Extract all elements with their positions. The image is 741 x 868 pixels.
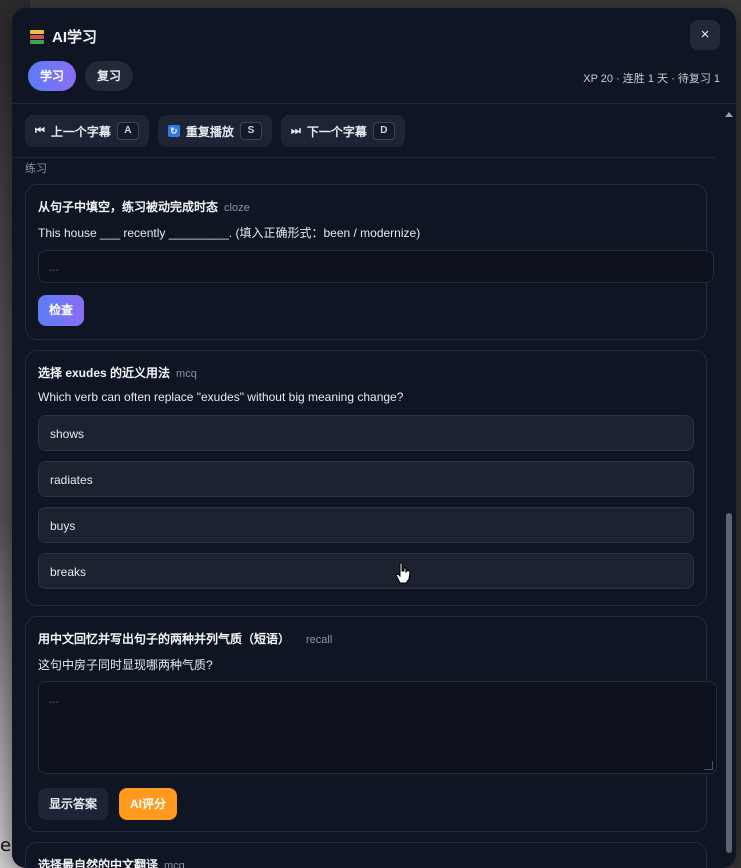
ai-study-panel: AI学习 × 学习 复习 XP 20 · 连胜 1 天 · 待复习 1 ⏮ 上一… — [12, 8, 736, 868]
exercise-card-cloze: 从句子中填空，练习被动完成时态 cloze This house ___ rece… — [25, 184, 714, 340]
vertical-scrollbar[interactable] — [725, 108, 733, 868]
progress-stats: XP 20 · 连胜 1 天 · 待复习 1 — [583, 73, 720, 85]
tab-review[interactable]: 复习 — [85, 61, 134, 91]
exercise-card-translation: 选择最自然的中文翻译 mcq — [25, 842, 707, 868]
replay-label: 重复播放 — [185, 124, 234, 139]
exercise-type: mcq — [176, 368, 197, 380]
hand-cursor-icon — [395, 562, 411, 584]
exercise-title: 选择最自然的中文翻译 mcq — [38, 856, 185, 868]
scrollbar-thumb[interactable] — [726, 513, 732, 853]
exercise-title: 选择 exudes 的近义用法 mcq — [38, 364, 197, 381]
exercise-title-text: 用中文回忆并写出句子的两种并列气质（短语） — [38, 632, 291, 646]
exercise-question: 这句中房子同时显现哪两种气质? — [38, 658, 213, 672]
title-row: AI学习 — [30, 26, 97, 47]
prev-subtitle-button[interactable]: ⏮ 上一个字幕 A — [25, 115, 149, 147]
tab-learn[interactable]: 学习 — [28, 61, 77, 91]
repeat-icon: ↻ — [167, 125, 180, 137]
exercise-type: mcq — [164, 860, 185, 868]
prev-subtitle-label: 上一个字幕 — [50, 124, 111, 139]
exercise-title-text: 从句子中填空，练习被动完成时态 — [38, 200, 219, 214]
section-label: 练习 — [25, 163, 47, 175]
exercise-title-text: 选择 exudes 的近义用法 — [38, 366, 171, 380]
subtitle-nav: ⏮ 上一个字幕 A ↻ 重复播放 S ⏭ 下一个字幕 D — [25, 115, 405, 147]
exercise-card-recall: 用中文回忆并写出句子的两种并列气质（短语） recall 这句中房子同时显现哪两种… — [25, 616, 717, 832]
close-button[interactable]: × — [690, 20, 720, 50]
skip-forward-icon: ⏭ — [290, 124, 301, 137]
check-button[interactable]: 检查 — [38, 295, 85, 326]
next-subtitle-button[interactable]: ⏭ 下一个字幕 D — [280, 115, 405, 147]
show-answer-button[interactable]: 显示答案 — [38, 788, 109, 820]
ai-grade-button[interactable]: AI评分 — [119, 788, 178, 820]
exercise-title: 用中文回忆并写出句子的两种并列气质（短语） recall — [38, 630, 332, 647]
resize-handle[interactable] — [704, 761, 713, 770]
answer-input[interactable]: ... — [38, 250, 714, 283]
mcq-option[interactable]: shows — [38, 415, 694, 451]
mcq-option[interactable]: radiates — [38, 461, 694, 497]
content-scroll-area[interactable]: ⏮ 上一个字幕 A ↻ 重复播放 S ⏭ 下一个字幕 D 练习 从句子中填空，练… — [12, 104, 736, 868]
mcq-option[interactable]: buys — [38, 507, 694, 543]
exercise-question: This house ___ recently _________. (填入正确… — [38, 226, 421, 240]
exercise-title: 从句子中填空，练习被动完成时态 cloze — [38, 198, 250, 215]
divider — [12, 157, 716, 158]
scroll-up-arrow-icon[interactable] — [725, 112, 733, 117]
shortcut-key: S — [239, 122, 262, 140]
background-text: e — [0, 835, 12, 856]
replay-button[interactable]: ↻ 重复播放 S — [157, 115, 272, 147]
skip-back-icon: ⏮ — [35, 124, 45, 137]
panel-title: AI学习 — [52, 29, 98, 46]
exercise-card-mcq: 选择 exudes 的近义用法 mcq Which verb can often … — [25, 350, 707, 606]
next-subtitle-label: 下一个字幕 — [306, 124, 367, 139]
panel-header: AI学习 × 学习 复习 XP 20 · 连胜 1 天 · 待复习 1 — [12, 8, 736, 104]
exercise-type: cloze — [224, 202, 250, 214]
books-icon — [30, 29, 44, 44]
exercise-type: recall — [306, 634, 333, 646]
exercise-question: Which verb can often replace "exudes" wi… — [38, 390, 404, 404]
mcq-option[interactable]: breaks — [38, 553, 694, 589]
close-icon: × — [700, 26, 710, 43]
exercise-title-text: 选择最自然的中文翻译 — [38, 858, 159, 868]
shortcut-key: A — [116, 122, 139, 140]
mode-tabs: 学习 复习 — [28, 61, 134, 91]
recall-textarea[interactable]: ... — [38, 681, 717, 774]
shortcut-key: D — [372, 122, 395, 140]
textarea-placeholder: ... — [49, 692, 60, 706]
